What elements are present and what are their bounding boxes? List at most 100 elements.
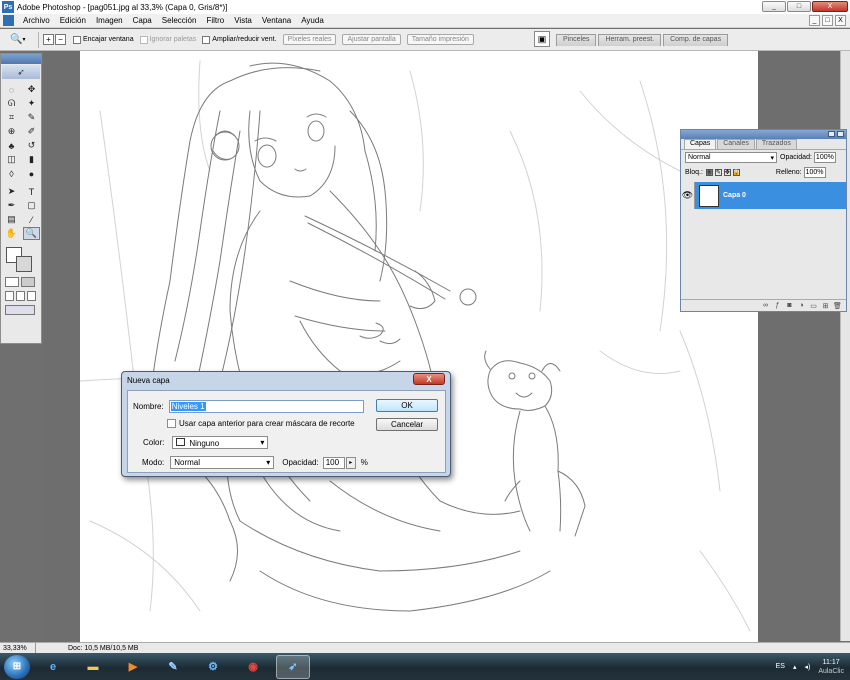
opacity-input[interactable]: 100 — [322, 456, 345, 469]
print-size-button[interactable]: Tamaño impresión — [406, 34, 474, 45]
new-group-icon[interactable]: ▭ — [809, 302, 818, 310]
screen-mode-3-icon[interactable] — [27, 291, 36, 301]
standard-mode-icon[interactable] — [5, 277, 19, 287]
fit-window-checkbox[interactable] — [73, 35, 81, 44]
tab-capas[interactable]: Capas — [684, 139, 717, 149]
color-select[interactable]: Ninguno ▾ — [172, 436, 269, 449]
tab-trazados[interactable]: Trazados — [755, 139, 797, 149]
history-brush-icon[interactable]: ↺ — [23, 139, 40, 152]
link-icon[interactable]: ∞ — [761, 302, 770, 310]
tab-tool-presets[interactable]: Herram. preest. — [598, 34, 662, 46]
background-color[interactable] — [16, 256, 32, 272]
clone-stamp-icon[interactable]: ♣ — [3, 139, 20, 152]
menu-ventana[interactable]: Ventana — [257, 16, 296, 25]
doc-minimize-button[interactable]: _ — [809, 15, 820, 26]
document-canvas[interactable] — [80, 51, 758, 642]
dodge-tool-icon[interactable]: ● — [23, 167, 40, 180]
magic-wand-icon[interactable]: ✦ — [23, 97, 40, 110]
slice-tool-icon[interactable]: ✎ — [23, 111, 40, 124]
volume-icon[interactable]: ◂) — [804, 663, 810, 671]
fit-screen-button[interactable]: Ajustar pantalla — [342, 34, 401, 45]
mode-select[interactable]: Normal ▾ — [170, 456, 275, 469]
layer-name[interactable]: Capa 0 — [723, 192, 746, 199]
toolbox-titlebar[interactable] — [1, 54, 41, 64]
folder-icon[interactable]: ▬ — [76, 655, 110, 679]
eye-icon[interactable]: 👁 — [681, 182, 695, 209]
pen-tool-icon[interactable]: ✒ — [3, 199, 20, 212]
layer-thumbnail[interactable] — [699, 184, 719, 207]
palette-well-icon[interactable]: ▣ — [534, 31, 550, 47]
doc-restore-button[interactable]: □ — [822, 15, 833, 26]
close-button[interactable]: X — [812, 1, 848, 12]
app-menu-icon[interactable] — [3, 15, 14, 26]
zoom-out-icon[interactable]: − — [55, 34, 66, 45]
layer-name-input[interactable]: Niveles 1 — [168, 400, 364, 413]
eyedropper-icon[interactable]: ⁄ — [23, 213, 40, 226]
start-button[interactable]: ⊞ — [4, 654, 30, 679]
screen-mode-1-icon[interactable] — [5, 291, 14, 301]
new-layer-icon[interactable]: ⊞ — [821, 302, 830, 310]
menu-capa[interactable]: Capa — [128, 16, 157, 25]
lock-all-icon[interactable]: 🔒 — [733, 169, 740, 176]
feather-icon[interactable]: ➶ — [2, 65, 40, 79]
chrome-icon[interactable]: ◉ — [236, 655, 270, 679]
hand-tool-icon[interactable]: ✋ — [3, 227, 20, 240]
fill-input[interactable]: 100% — [803, 167, 826, 178]
marquee-tool-icon[interactable]: ◌ — [3, 83, 20, 96]
menu-archivo[interactable]: Archivo — [18, 16, 55, 25]
zoom-tool-preset[interactable]: 🔍 ▾ — [10, 32, 34, 48]
menu-ayuda[interactable]: Ayuda — [296, 16, 329, 25]
cancel-button[interactable]: Cancelar — [376, 418, 438, 431]
menu-imagen[interactable]: Imagen — [91, 16, 128, 25]
layers-panel-titlebar[interactable] — [681, 130, 846, 139]
zoom-in-icon[interactable]: + — [43, 34, 54, 45]
layer-row[interactable]: 👁 Capa 0 — [681, 182, 846, 209]
healing-brush-icon[interactable]: ⊕ — [3, 125, 20, 138]
color-swatches[interactable] — [4, 245, 40, 273]
shape-tool-icon[interactable]: ▢ — [23, 199, 40, 212]
move-tool-icon[interactable]: ✥ — [23, 83, 40, 96]
zoom-tool-icon[interactable]: 🔍 — [23, 227, 40, 240]
lock-position-icon[interactable]: ✥ — [723, 169, 731, 176]
crop-tool-icon[interactable]: ⌗ — [3, 111, 20, 124]
tab-brushes[interactable]: Pinceles — [556, 34, 597, 46]
zoom-resize-checkbox[interactable] — [202, 35, 211, 44]
jump-to-imageready-icon[interactable] — [5, 305, 35, 315]
gradient-tool-icon[interactable]: ▮ — [23, 153, 40, 166]
ignore-palettes-checkbox[interactable] — [139, 35, 148, 44]
blur-tool-icon[interactable]: ◊ — [3, 167, 20, 180]
layer-style-icon[interactable]: ƒ — [773, 302, 782, 310]
menu-seleccion[interactable]: Selección — [157, 16, 202, 25]
path-selection-icon[interactable]: ➤ — [3, 185, 20, 198]
dialog-close-button[interactable]: X — [413, 373, 445, 385]
opacity-slider-toggle-icon[interactable]: ▸ — [345, 456, 356, 469]
clipping-mask-checkbox[interactable] — [167, 419, 176, 428]
doc-close-button[interactable]: X — [835, 15, 846, 26]
zoom-level[interactable]: 33,33% — [0, 643, 36, 653]
menu-edicion[interactable]: Edición — [55, 16, 91, 25]
layer-mask-icon[interactable]: ◙ — [785, 302, 794, 310]
tab-layer-comps[interactable]: Comp. de capas — [663, 34, 729, 46]
layer-opacity-input[interactable]: 100% — [813, 152, 836, 163]
lock-transparency-icon[interactable]: ▦ — [705, 169, 713, 176]
type-tool-icon[interactable]: T — [23, 185, 40, 198]
brush-tool-icon[interactable]: ✐ — [23, 125, 40, 138]
notes-tool-icon[interactable]: ▤ — [3, 213, 20, 226]
minimize-button[interactable]: _ — [762, 1, 786, 12]
network-app-icon[interactable]: ⚙ — [196, 655, 230, 679]
lasso-tool-icon[interactable]: ᘏ — [3, 97, 20, 110]
dialog-title[interactable]: Nueva capa — [122, 372, 450, 389]
menu-vista[interactable]: Vista — [229, 16, 257, 25]
tab-canales[interactable]: Canales — [717, 139, 755, 149]
media-player-icon[interactable]: ▶ — [116, 655, 150, 679]
language-indicator[interactable]: ES — [776, 663, 785, 670]
ok-button[interactable]: OK — [376, 399, 438, 412]
clock[interactable]: 11:17 AulaClic — [818, 658, 844, 676]
menu-filtro[interactable]: Filtro — [201, 16, 229, 25]
blend-mode-select[interactable]: Normal ▾ — [685, 152, 777, 163]
photoshop-taskbar-icon[interactable]: ➶ — [276, 654, 310, 679]
adjustment-layer-icon[interactable]: ◑ — [797, 302, 806, 310]
control-panel-icon[interactable]: ✎ — [156, 655, 190, 679]
maximize-button[interactable]: □ — [787, 1, 811, 12]
actual-pixels-button[interactable]: Píxeles reales — [282, 34, 337, 45]
